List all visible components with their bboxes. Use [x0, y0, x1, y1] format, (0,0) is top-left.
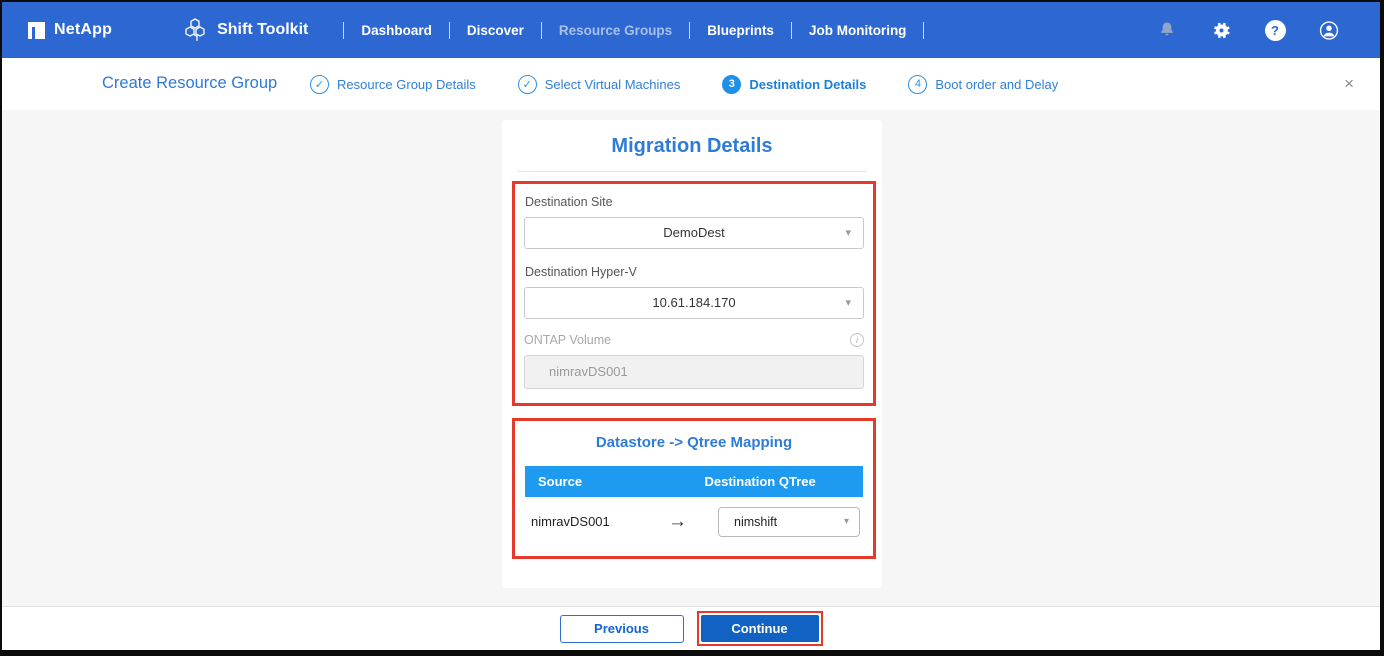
info-icon[interactable]: i — [850, 333, 864, 347]
nav-item-discover[interactable]: Discover — [467, 23, 524, 38]
destination-qtree-dropdown[interactable]: nimshift ▾ — [718, 507, 860, 537]
migration-details-panel: Migration Details Destination Site DemoD… — [502, 120, 882, 588]
notifications-bell-icon[interactable] — [1156, 19, 1178, 41]
chevron-down-icon: ▾ — [845, 218, 851, 248]
step-check-icon: ✓ — [310, 75, 329, 94]
top-navbar: NetApp Shift Toolkit Dashboard Discover … — [2, 2, 1380, 58]
step-label: Select Virtual Machines — [545, 77, 681, 92]
nav-item-job-monitoring[interactable]: Job Monitoring — [809, 23, 906, 38]
step-resource-group-details[interactable]: ✓ Resource Group Details — [310, 75, 476, 94]
continue-annotation-box: Continue — [697, 611, 823, 646]
main-nav: Dashboard Discover Resource Groups Bluep… — [326, 22, 941, 39]
mapping-table-header: Source Destination QTree — [525, 466, 863, 497]
step-boot-order-and-delay[interactable]: 4 Boot order and Delay — [908, 75, 1058, 94]
brand-name: NetApp — [54, 21, 112, 39]
wizard-header: Create Resource Group ✓ Resource Group D… — [2, 58, 1380, 110]
chevron-down-icon: ▾ — [845, 288, 851, 318]
destination-form-annotation-box: Destination Site DemoDest ▾ Destination … — [512, 181, 876, 406]
qtree-mapping-annotation-box: Datastore -> Qtree Mapping Source Destin… — [512, 418, 876, 559]
help-question-glyph: ? — [1265, 20, 1286, 41]
table-row: nimravDS001 → nimshift ▾ — [525, 497, 863, 546]
nav-separator — [689, 22, 690, 39]
ontap-volume-field: nimravDS001 — [524, 355, 864, 389]
account-icon[interactable] — [1318, 19, 1340, 41]
continue-button[interactable]: Continue — [701, 615, 819, 642]
destination-site-value: DemoDest — [525, 218, 863, 248]
wizard-title: Create Resource Group — [102, 74, 277, 93]
nav-item-resource-groups[interactable]: Resource Groups — [559, 23, 672, 38]
nav-separator — [343, 22, 344, 39]
mapping-table: Source Destination QTree nimravDS001 → n… — [525, 466, 863, 546]
column-source: Source — [525, 474, 704, 489]
step-select-virtual-machines[interactable]: ✓ Select Virtual Machines — [518, 75, 681, 94]
app-window: NetApp Shift Toolkit Dashboard Discover … — [0, 0, 1384, 656]
top-icons: ? — [1156, 19, 1354, 41]
chevron-down-icon: ▾ — [844, 508, 849, 536]
destination-qtree-value: nimshift — [719, 508, 859, 536]
close-icon[interactable]: × — [1344, 74, 1354, 94]
column-destination-qtree: Destination QTree — [704, 474, 863, 489]
ontap-volume-label-row: ONTAP Volume i — [524, 333, 864, 347]
destination-hyperv-value: 10.61.184.170 — [525, 288, 863, 318]
step-number: 3 — [722, 75, 741, 94]
qtree-mapping-title: Datastore -> Qtree Mapping — [524, 434, 864, 451]
ontap-volume-label: ONTAP Volume — [524, 333, 611, 347]
source-datastore-value: nimravDS001 — [525, 514, 637, 529]
destination-site-label: Destination Site — [525, 195, 864, 209]
wizard-steps: ✓ Resource Group Details ✓ Select Virtua… — [310, 58, 1058, 110]
help-icon[interactable]: ? — [1264, 19, 1286, 41]
step-destination-details[interactable]: 3 Destination Details — [722, 75, 866, 94]
nav-item-dashboard[interactable]: Dashboard — [361, 23, 432, 38]
page-title: Migration Details — [502, 120, 882, 158]
step-number: 4 — [908, 75, 927, 94]
settings-gear-icon[interactable] — [1210, 19, 1232, 41]
divider — [517, 171, 867, 172]
nav-separator — [449, 22, 450, 39]
step-label: Destination Details — [749, 77, 866, 92]
step-label: Resource Group Details — [337, 77, 476, 92]
step-label: Boot order and Delay — [935, 77, 1058, 92]
arrow-right-icon: → — [637, 511, 718, 533]
product-name: Shift Toolkit — [217, 21, 308, 39]
wizard-footer: Previous Continue — [2, 606, 1380, 650]
destination-site-dropdown[interactable]: DemoDest ▾ — [524, 217, 864, 249]
netapp-logo-icon — [28, 22, 45, 39]
shift-toolkit-icon — [182, 17, 208, 43]
nav-item-blueprints[interactable]: Blueprints — [707, 23, 774, 38]
netapp-brand[interactable]: NetApp — [28, 21, 112, 39]
content-area: Migration Details Destination Site DemoD… — [2, 110, 1380, 606]
destination-hyperv-dropdown[interactable]: 10.61.184.170 ▾ — [524, 287, 864, 319]
previous-button[interactable]: Previous — [560, 615, 684, 643]
nav-separator — [791, 22, 792, 39]
step-check-icon: ✓ — [518, 75, 537, 94]
nav-separator — [923, 22, 924, 39]
destination-hyperv-label: Destination Hyper-V — [525, 265, 864, 279]
shift-toolkit-brand[interactable]: Shift Toolkit — [182, 17, 308, 43]
nav-separator — [541, 22, 542, 39]
